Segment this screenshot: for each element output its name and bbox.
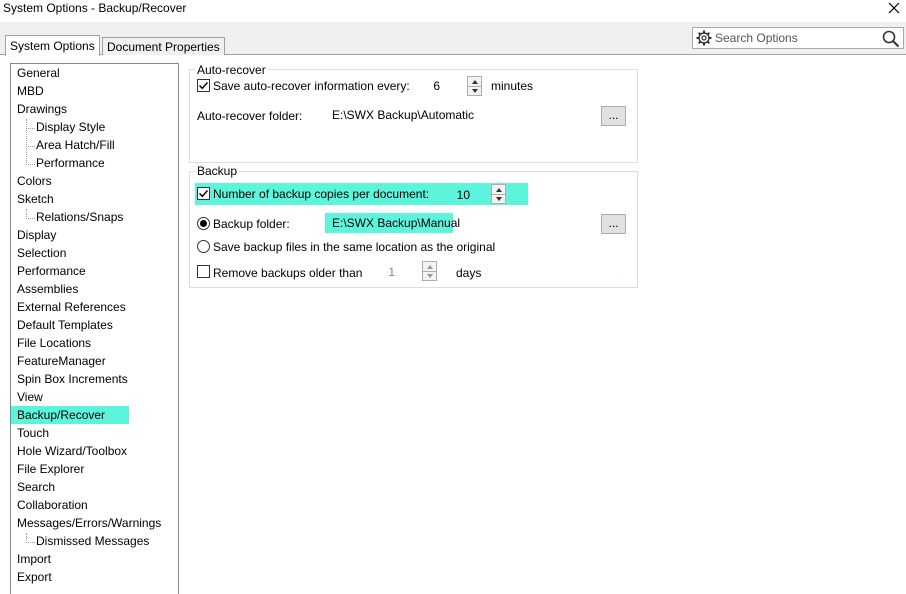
tab-system-options[interactable]: System Options xyxy=(5,35,100,56)
backup-copies-stepper[interactable] xyxy=(491,184,506,204)
tree-item-drawings-performance[interactable]: Performance xyxy=(36,154,105,172)
auto-recover-checkbox[interactable] xyxy=(197,79,210,92)
tree-item-touch[interactable]: Touch xyxy=(17,424,49,442)
tree-item-general[interactable]: General xyxy=(17,64,60,82)
backup-folder-path[interactable]: E:\SWX Backup\Manual xyxy=(332,216,460,230)
tree-item-sketch[interactable]: Sketch xyxy=(17,190,54,208)
tree-item-drawings[interactable]: Drawings xyxy=(17,100,67,118)
same-location-label: Save backup files in the same location a… xyxy=(213,240,496,254)
auto-recover-browse-button[interactable]: ... xyxy=(601,106,626,126)
search-icon[interactable] xyxy=(881,29,901,49)
backup-folder-radio[interactable] xyxy=(197,217,210,230)
tree-item-collaboration[interactable]: Collaboration xyxy=(17,496,88,514)
same-location-radio[interactable] xyxy=(197,240,210,253)
auto-recover-group-title: Auto-recover xyxy=(195,63,268,77)
auto-recover-interval-stepper[interactable] xyxy=(467,76,482,96)
tree-connector xyxy=(26,218,35,219)
auto-recover-folder-path[interactable]: E:\SWX Backup\Automatic xyxy=(332,108,474,122)
tree-connector xyxy=(26,128,35,129)
tree-item-dismissed-messages[interactable]: Dismissed Messages xyxy=(36,532,149,550)
tree-item-import[interactable]: Import xyxy=(17,550,51,568)
backup-copies-checkbox[interactable] xyxy=(197,187,210,200)
checkmark-icon xyxy=(199,190,209,198)
close-icon xyxy=(888,2,900,14)
tree-item-assemblies[interactable]: Assemblies xyxy=(17,280,78,298)
options-tree: General MBD Drawings Display Style Area … xyxy=(10,63,179,594)
tree-item-external-references[interactable]: External References xyxy=(17,298,126,316)
backup-group-title: Backup xyxy=(195,164,240,178)
auto-recover-label: Save auto-recover information every: xyxy=(213,79,410,93)
tree-item-featuremanager[interactable]: FeatureManager xyxy=(17,352,106,370)
tree-item-colors[interactable]: Colors xyxy=(17,172,52,190)
tree-item-mbd[interactable]: MBD xyxy=(17,82,44,100)
backup-copies-label: Number of backup copies per document: xyxy=(213,187,430,201)
remove-backups-label: Remove backups older than xyxy=(213,266,363,280)
tree-item-relations-snaps[interactable]: Relations/Snaps xyxy=(36,208,123,226)
tree-item-performance[interactable]: Performance xyxy=(17,262,86,280)
tree-connector xyxy=(26,119,27,165)
remove-backups-value[interactable]: 1 xyxy=(380,265,395,279)
tree-item-file-explorer[interactable]: File Explorer xyxy=(17,460,84,478)
tree-connector xyxy=(26,164,35,165)
tree-item-display[interactable]: Display xyxy=(17,226,56,244)
close-button[interactable] xyxy=(884,0,904,16)
backup-browse-button[interactable]: ... xyxy=(601,214,626,234)
backup-folder-label: Backup folder: xyxy=(213,217,290,231)
tree-item-selection[interactable]: Selection xyxy=(17,244,66,262)
tree-item-backup-recover[interactable]: Backup/Recover xyxy=(11,406,129,424)
search-input[interactable] xyxy=(715,29,875,47)
tree-connector xyxy=(26,542,35,543)
backup-copies-value[interactable]: 10 xyxy=(450,188,470,202)
tree-item-export[interactable]: Export xyxy=(17,568,52,586)
auto-recover-interval-value[interactable]: 6 xyxy=(420,79,440,93)
tree-item-area-hatch-fill[interactable]: Area Hatch/Fill xyxy=(36,136,115,154)
checkmark-icon xyxy=(199,82,209,90)
tree-item-display-style[interactable]: Display Style xyxy=(36,118,105,136)
window-title: System Options - Backup/Recover xyxy=(3,1,187,15)
remove-backups-unit: days xyxy=(456,266,482,280)
tree-item-search[interactable]: Search xyxy=(17,478,55,496)
tree-item-messages-errors-warnings[interactable]: Messages/Errors/Warnings xyxy=(17,514,161,532)
remove-backups-checkbox[interactable] xyxy=(197,265,210,278)
tree-item-default-templates[interactable]: Default Templates xyxy=(17,316,113,334)
search-box[interactable] xyxy=(692,27,904,49)
auto-recover-folder-label: Auto-recover folder: xyxy=(197,109,303,123)
tree-connector xyxy=(26,146,35,147)
gear-icon[interactable] xyxy=(693,28,715,48)
tab-document-properties[interactable]: Document Properties xyxy=(102,37,225,55)
auto-recover-interval-unit: minutes xyxy=(491,79,534,93)
tree-item-spin-box-increments[interactable]: Spin Box Increments xyxy=(17,370,128,388)
remove-backups-stepper[interactable] xyxy=(422,261,437,281)
tree-item-hole-wizard-toolbox[interactable]: Hole Wizard/Toolbox xyxy=(17,442,127,460)
tree-item-view[interactable]: View xyxy=(17,388,43,406)
tree-item-file-locations[interactable]: File Locations xyxy=(17,334,91,352)
